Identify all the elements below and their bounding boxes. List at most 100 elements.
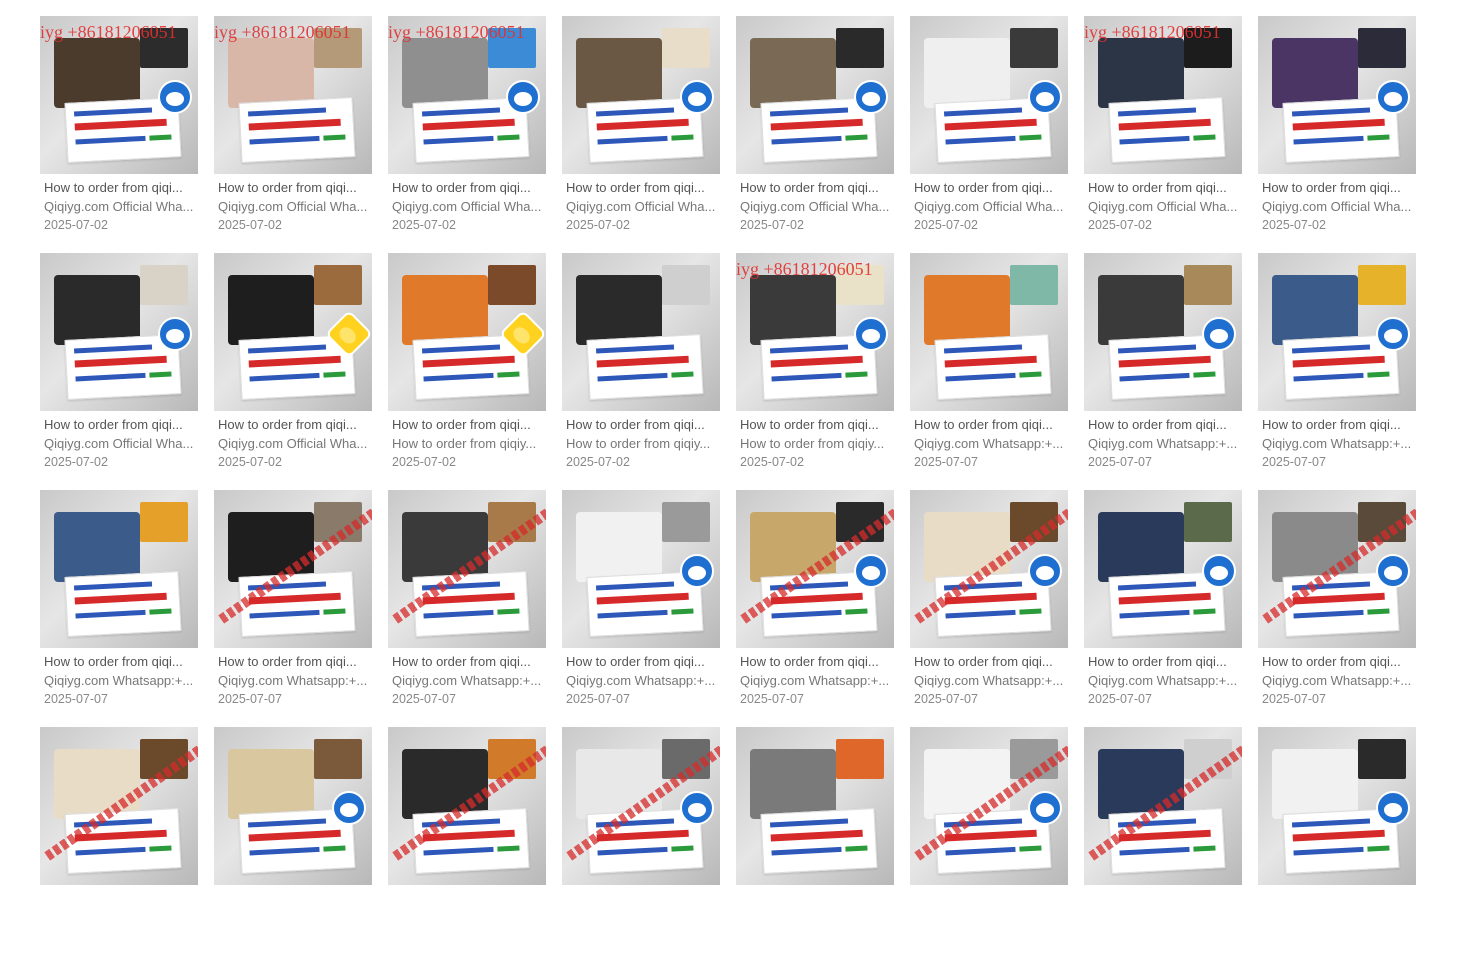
product-thumbnail[interactable] [40,253,198,411]
product-thumbnail[interactable] [1084,727,1242,885]
watermark-text: iyg +86181206051 [388,22,525,42]
product-card[interactable]: iyg +86181206051 How to order from qiqi..… [388,16,546,253]
note-line [595,581,675,591]
product-title[interactable]: How to order from qiqi... [1258,179,1412,197]
note-line [597,372,668,382]
product-title[interactable]: How to order from qiqi... [910,416,1064,434]
product-title[interactable]: How to order from qiqi... [388,179,542,197]
product-title[interactable]: How to order from qiqi... [1258,653,1412,671]
product-card[interactable] [736,727,894,964]
product-card[interactable]: How to order from qiqi... Qiqiyg.com Offi… [1258,16,1416,253]
product-thumbnail[interactable] [388,253,546,411]
product-thumbnail[interactable]: iyg +86181206051 [388,16,546,174]
product-thumbnail[interactable] [214,490,372,648]
product-thumbnail[interactable] [214,727,372,885]
product-card[interactable]: How to order from qiqi... Qiqiyg.com What… [40,490,198,727]
product-card[interactable]: How to order from qiqi... Qiqiyg.com Offi… [910,16,1068,253]
product-date: 2025-07-07 [740,692,804,706]
product-card[interactable]: How to order from qiqi... Qiqiyg.com What… [910,253,1068,490]
product-thumbnail[interactable] [40,490,198,648]
product-card[interactable] [1084,727,1242,964]
product-card[interactable]: How to order from qiqi... Qiqiyg.com What… [910,490,1068,727]
product-card[interactable]: How to order from qiqi... How to order fr… [388,253,546,490]
product-title[interactable]: How to order from qiqi... [1084,653,1238,671]
product-card[interactable] [562,727,720,964]
product-thumbnail[interactable] [910,490,1068,648]
product-thumbnail[interactable] [1258,253,1416,411]
product-title[interactable]: How to order from qiqi... [562,179,716,197]
product-card[interactable]: How to order from qiqi... How to order fr… [562,253,720,490]
product-thumbnail[interactable] [562,490,720,648]
product-title[interactable]: How to order from qiqi... [40,179,194,197]
product-thumbnail[interactable] [388,727,546,885]
product-subtitle: Qiqiyg.com Whatsapp:+... [1088,673,1238,688]
product-card[interactable]: How to order from qiqi... Qiqiyg.com What… [736,490,894,727]
product-subtitle: Qiqiyg.com Whatsapp:+... [1262,436,1412,451]
note-line [73,581,153,591]
product-card[interactable] [388,727,546,964]
product-title[interactable]: How to order from qiqi... [562,653,716,671]
product-thumbnail[interactable] [910,16,1068,174]
product-thumbnail[interactable] [736,16,894,174]
product-thumbnail[interactable] [562,16,720,174]
product-thumbnail[interactable] [1258,16,1416,174]
product-card[interactable]: How to order from qiqi... Qiqiyg.com What… [1084,490,1242,727]
product-thumbnail[interactable] [1084,490,1242,648]
product-thumbnail[interactable]: iyg +86181206051 [736,253,894,411]
product-date: 2025-07-07 [1262,692,1326,706]
product-thumbnail[interactable] [562,253,720,411]
product-title[interactable]: How to order from qiqi... [388,416,542,434]
contact-note [586,334,704,400]
product-thumbnail[interactable] [736,490,894,648]
product-thumbnail[interactable]: iyg +86181206051 [214,16,372,174]
product-thumbnail[interactable] [562,727,720,885]
product-title[interactable]: How to order from qiqi... [736,179,890,197]
product-title[interactable]: How to order from qiqi... [1084,416,1238,434]
product-card[interactable] [910,727,1068,964]
product-card[interactable]: How to order from qiqi... Qiqiyg.com Offi… [40,253,198,490]
product-thumbnail[interactable] [214,253,372,411]
product-thumbnail[interactable]: iyg +86181206051 [1084,16,1242,174]
product-thumbnail[interactable] [1258,727,1416,885]
product-card[interactable]: How to order from qiqi... Qiqiyg.com Offi… [562,16,720,253]
product-thumbnail[interactable] [1084,253,1242,411]
product-title[interactable]: How to order from qiqi... [40,416,194,434]
product-thumbnail[interactable] [910,727,1068,885]
product-title[interactable]: How to order from qiqi... [1258,416,1412,434]
product-thumbnail[interactable]: iyg +86181206051 [40,16,198,174]
product-title[interactable]: How to order from qiqi... [40,653,194,671]
product-card[interactable]: How to order from qiqi... Qiqiyg.com What… [1258,490,1416,727]
product-card[interactable]: How to order from qiqi... Qiqiyg.com Offi… [214,253,372,490]
product-card[interactable]: iyg +86181206051 How to order from qiqi..… [736,253,894,490]
product-title[interactable]: How to order from qiqi... [736,653,890,671]
product-thumbnail[interactable] [1258,490,1416,648]
product-title[interactable]: How to order from qiqi... [910,653,1064,671]
product-thumbnail[interactable] [736,727,894,885]
product-title[interactable]: How to order from qiqi... [214,179,368,197]
product-card[interactable] [214,727,372,964]
product-card[interactable]: How to order from qiqi... Qiqiyg.com What… [388,490,546,727]
product-title[interactable]: How to order from qiqi... [214,653,368,671]
note-line [771,846,842,856]
product-thumbnail[interactable] [388,490,546,648]
product-title[interactable]: How to order from qiqi... [388,653,542,671]
product-card[interactable] [40,727,198,964]
product-title[interactable]: How to order from qiqi... [736,416,890,434]
product-thumbnail[interactable] [910,253,1068,411]
product-title[interactable]: How to order from qiqi... [562,416,716,434]
product-card[interactable] [1258,727,1416,964]
product-card[interactable]: iyg +86181206051 How to order from qiqi..… [214,16,372,253]
product-card[interactable]: How to order from qiqi... Qiqiyg.com Offi… [736,16,894,253]
product-thumbnail[interactable] [40,727,198,885]
mascot-sticker-icon [1028,80,1062,114]
product-card[interactable]: How to order from qiqi... Qiqiyg.com What… [214,490,372,727]
product-card[interactable]: How to order from qiqi... Qiqiyg.com What… [1258,253,1416,490]
product-card[interactable]: iyg +86181206051 How to order from qiqi..… [1084,16,1242,253]
product-title[interactable]: How to order from qiqi... [910,179,1064,197]
product-card[interactable]: How to order from qiqi... Qiqiyg.com What… [1084,253,1242,490]
product-card[interactable]: How to order from qiqi... Qiqiyg.com What… [562,490,720,727]
note-line [595,107,675,117]
product-title[interactable]: How to order from qiqi... [1084,179,1238,197]
product-title[interactable]: How to order from qiqi... [214,416,368,434]
product-card[interactable]: iyg +86181206051 How to order from qiqi..… [40,16,198,253]
